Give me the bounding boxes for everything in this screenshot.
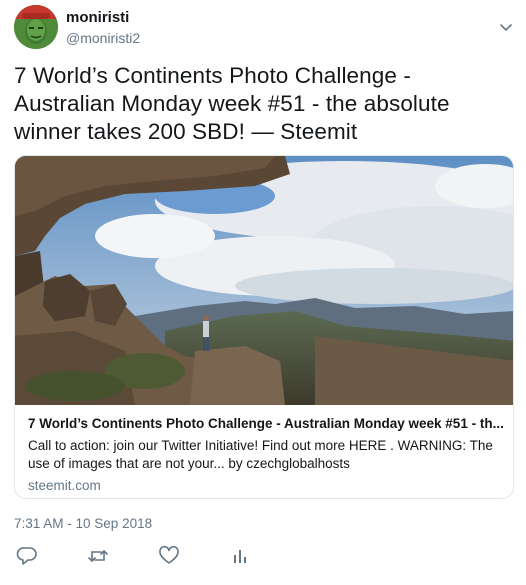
display-name[interactable]: moniristi	[66, 9, 140, 27]
reply-icon[interactable]	[16, 545, 38, 567]
action-bar	[14, 545, 274, 567]
card-body: 7 World’s Continents Photo Challenge - A…	[28, 414, 504, 495]
card-domain: steemit.com	[28, 478, 101, 493]
handle[interactable]: @moniristi2	[66, 29, 140, 47]
tweet: moniristi @moniristi2 7 World’s Continen…	[0, 0, 526, 585]
analytics-icon[interactable]	[229, 545, 251, 567]
link-card[interactable]: 7 World’s Continents Photo Challenge - A…	[14, 155, 514, 499]
tweet-text: 7 World’s Continents Photo Challenge - A…	[14, 63, 450, 144]
card-description: Call to action: join our Twitter Initiat…	[28, 438, 493, 471]
card-title[interactable]: 7 World’s Continents Photo Challenge - A…	[28, 414, 504, 433]
heart-icon[interactable]	[158, 545, 180, 567]
timestamp[interactable]: 7:31 AM - 10 Sep 2018	[14, 516, 152, 531]
avatar[interactable]	[14, 5, 58, 49]
tweet-header: moniristi @moniristi2	[14, 5, 514, 51]
retweet-icon[interactable]	[87, 545, 109, 567]
card-image	[15, 156, 513, 405]
author-names: moniristi @moniristi2	[66, 9, 140, 47]
chevron-down-icon[interactable]	[498, 19, 514, 35]
